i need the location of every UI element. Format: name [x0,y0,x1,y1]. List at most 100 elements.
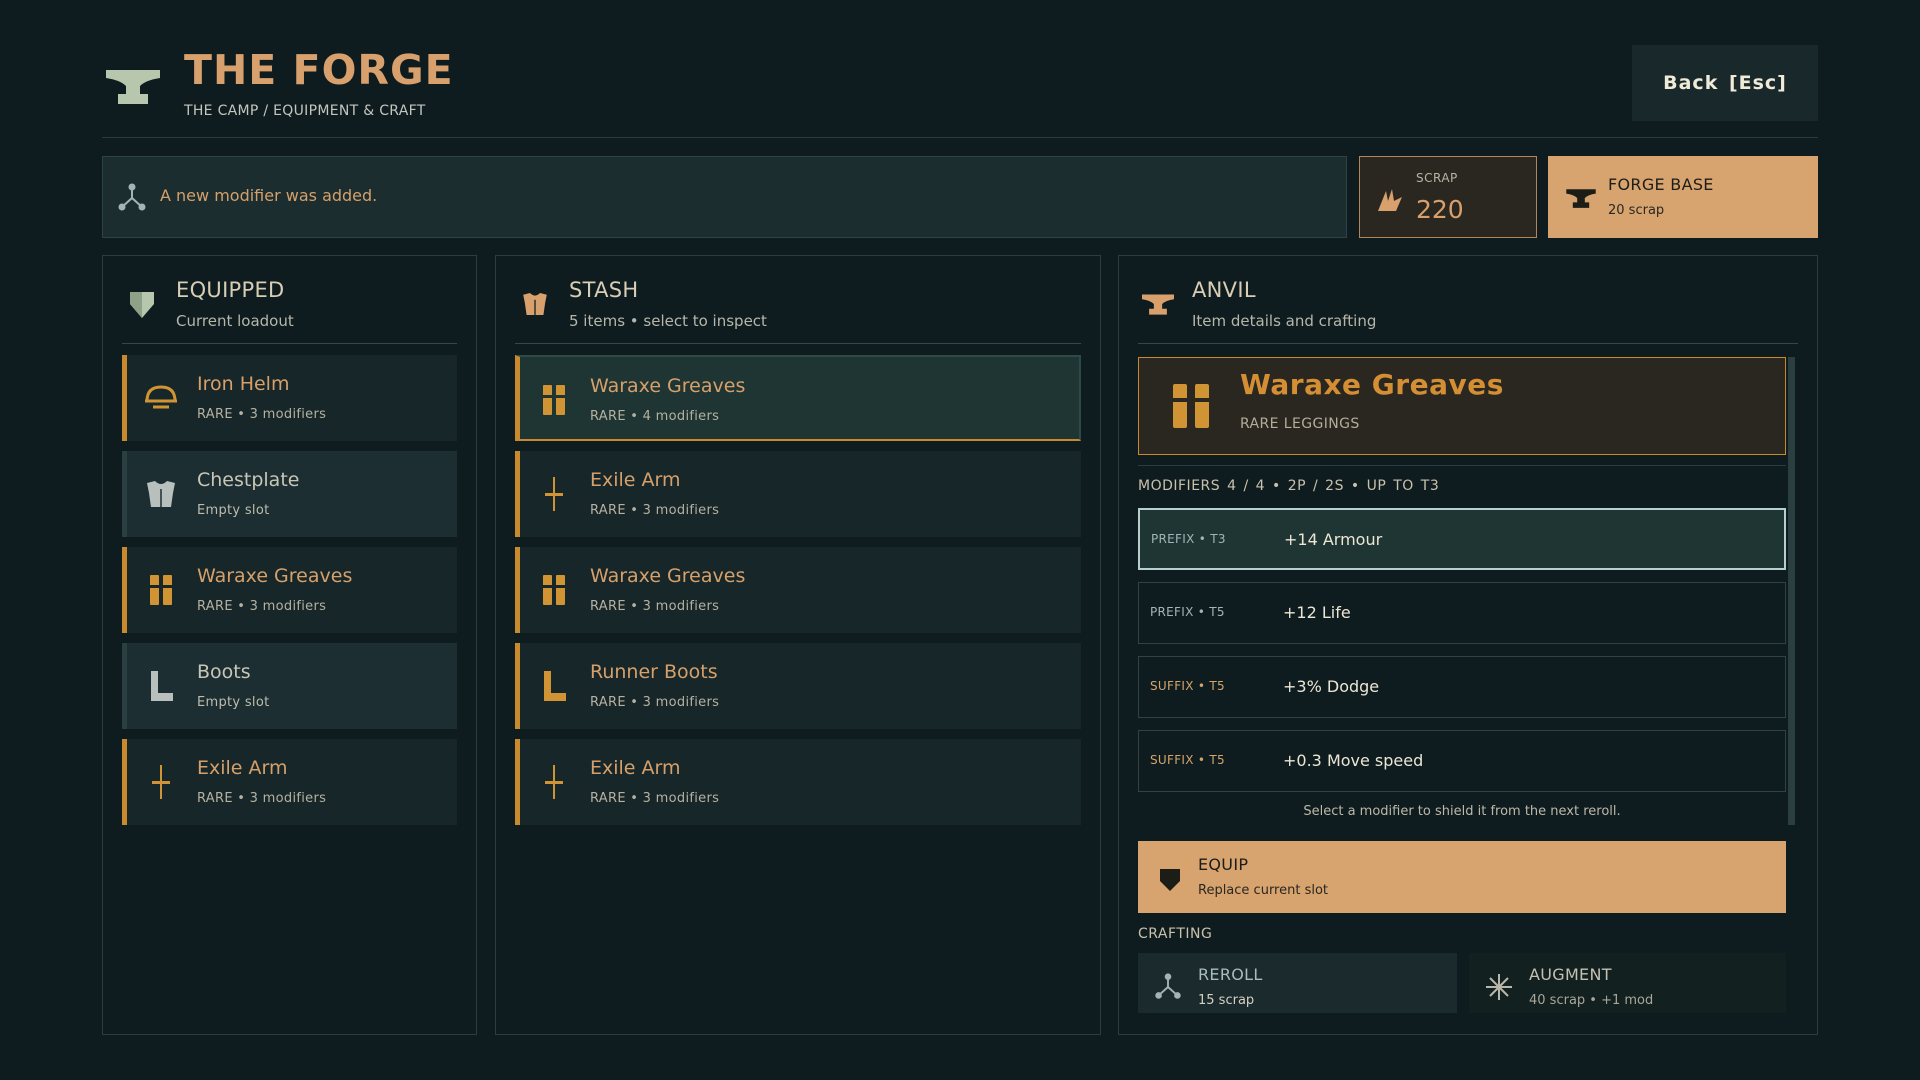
reroll-icon [1155,973,1181,999]
stash-title: STASH [569,278,639,302]
forge-screen: THE FORGE THE CAMP / EQUIPMENT & CRAFT B… [102,40,1818,1040]
item-name: Waraxe Greaves [590,565,746,587]
notification-text: A new modifier was added. [160,186,378,205]
reroll-button[interactable]: REROLL 15 scrap [1138,953,1457,1013]
item-meta: RARE • 3 modifiers [590,791,720,806]
forge-base-title: FORGE BASE [1608,175,1714,194]
stash-list: Waraxe Greaves RARE • 4 modifiers Exile … [515,355,1081,835]
chestplate-icon [523,293,547,315]
sword-icon [545,477,563,511]
stash-item[interactable]: Exile Arm RARE • 3 modifiers [515,739,1081,825]
shield-icon [1160,869,1180,891]
equipped-panel: EQUIPPED Current loadout Iron Helm RARE … [102,255,477,1035]
reroll-icon [118,183,146,211]
modifier-row[interactable]: PREFIX • T3 +14 Armour [1138,508,1786,570]
modifier-tier: SUFFIX • T5 [1150,753,1225,767]
modifier-tier: SUFFIX • T5 [1150,679,1225,693]
forge-base-button[interactable]: FORGE BASE 20 scrap [1548,156,1818,238]
stash-subtitle: 5 items • select to inspect [569,312,767,330]
anvil-logo-icon [106,70,160,104]
shield-icon [130,292,154,318]
scrap-label: SCRAP [1416,171,1458,185]
modifiers-header: MODIFIERS 4 / 4 • 2P / 2S • UP TO T3 [1138,478,1440,494]
reroll-title: REROLL [1198,965,1263,984]
item-meta: RARE • 3 modifiers [590,503,720,518]
item-name: Chestplate [197,469,300,491]
equip-subtitle: Replace current slot [1198,883,1329,898]
equipped-slot-weapon[interactable]: Exile Arm RARE • 3 modifiers [122,739,457,825]
item-meta: RARE • 3 modifiers [197,599,327,614]
sparkle-icon [1486,974,1512,1000]
greaves-icon [150,575,172,605]
scrap-value: 220 [1416,195,1464,224]
equip-button[interactable]: EQUIP Replace current slot [1138,841,1786,913]
item-name: Iron Helm [197,373,290,395]
modifier-row[interactable]: SUFFIX • T5 +0.3 Move speed [1138,730,1786,792]
equipped-slot-boots[interactable]: Boots Empty slot [122,643,457,729]
equipped-slot-legs[interactable]: Waraxe Greaves RARE • 3 modifiers [122,547,457,633]
modifier-row[interactable]: PREFIX • T5 +12 Life [1138,582,1786,644]
greaves-icon [543,385,565,415]
boots-icon [151,671,173,701]
item-name: Waraxe Greaves [197,565,353,587]
equipped-slot-helm[interactable]: Iron Helm RARE • 3 modifiers [122,355,457,441]
modifier-hint: Select a modifier to shield it from the … [1303,804,1621,819]
divider [1138,465,1786,466]
item-name: Runner Boots [590,661,718,683]
stash-item[interactable]: Exile Arm RARE • 3 modifiers [515,451,1081,537]
item-meta: Empty slot [197,503,270,518]
anvil-header: ANVIL Item details and crafting [1138,256,1798,344]
back-button[interactable]: Back [Esc] [1632,45,1818,121]
item-name: Exile Arm [197,757,288,779]
item-meta: RARE • 3 modifiers [197,407,327,422]
item-meta: RARE • 3 modifiers [590,599,720,614]
helm-icon [145,385,177,409]
header: THE FORGE THE CAMP / EQUIPMENT & CRAFT B… [102,40,1818,138]
modifier-row[interactable]: SUFFIX • T5 +3% Dodge [1138,656,1786,718]
modifier-text: +3% Dodge [1283,677,1380,696]
selected-item-type: RARE LEGGINGS [1240,416,1360,432]
equipped-title: EQUIPPED [176,278,285,302]
greaves-icon [1173,384,1209,428]
chestplate-icon [147,481,175,507]
crafting-label: CRAFTING [1138,926,1213,942]
breadcrumb: THE CAMP / EQUIPMENT & CRAFT [184,103,426,119]
page-title: THE FORGE [184,46,454,94]
equip-title: EQUIP [1198,855,1249,874]
item-name: Waraxe Greaves [590,375,746,397]
modifier-text: +14 Armour [1284,530,1383,549]
anvil-icon [1566,189,1596,208]
item-meta: RARE • 4 modifiers [590,409,720,424]
selected-item-name: Waraxe Greaves [1240,368,1504,401]
equipped-slot-chest[interactable]: Chestplate Empty slot [122,451,457,537]
reroll-cost: 15 scrap [1198,993,1255,1008]
stash-item[interactable]: Waraxe Greaves RARE • 3 modifiers [515,547,1081,633]
stash-panel: STASH 5 items • select to inspect Waraxe… [495,255,1101,1035]
item-meta: Empty slot [197,695,270,710]
scrap-icon [1378,189,1402,211]
stash-item[interactable]: Waraxe Greaves RARE • 4 modifiers [515,355,1081,441]
forge-base-cost: 20 scrap [1608,203,1665,218]
sword-icon [545,765,563,799]
modifier-tier: PREFIX • T3 [1151,532,1226,546]
item-name: Exile Arm [590,757,681,779]
equipped-subtitle: Current loadout [176,312,294,330]
stash-item[interactable]: Runner Boots RARE • 3 modifiers [515,643,1081,729]
anvil-icon [1142,294,1174,315]
selected-item-card: Waraxe Greaves RARE LEGGINGS [1138,357,1786,455]
augment-button[interactable]: AUGMENT 40 scrap • +1 mod [1469,953,1786,1013]
equipped-header: EQUIPPED Current loadout [122,256,457,344]
anvil-subtitle: Item details and crafting [1192,312,1377,330]
anvil-panel: ANVIL Item details and crafting Waraxe G… [1118,255,1818,1035]
modifier-text: +12 Life [1283,603,1351,622]
item-name: Boots [197,661,251,683]
anvil-title: ANVIL [1192,278,1256,302]
scrap-counter: SCRAP 220 [1359,156,1537,238]
anvil-scrollbar[interactable] [1788,357,1795,825]
equipped-list: Iron Helm RARE • 3 modifiers Chestplate … [122,355,457,835]
greaves-icon [543,575,565,605]
stash-header: STASH 5 items • select to inspect [515,256,1081,344]
augment-title: AUGMENT [1529,965,1612,984]
sword-icon [152,765,170,799]
item-name: Exile Arm [590,469,681,491]
